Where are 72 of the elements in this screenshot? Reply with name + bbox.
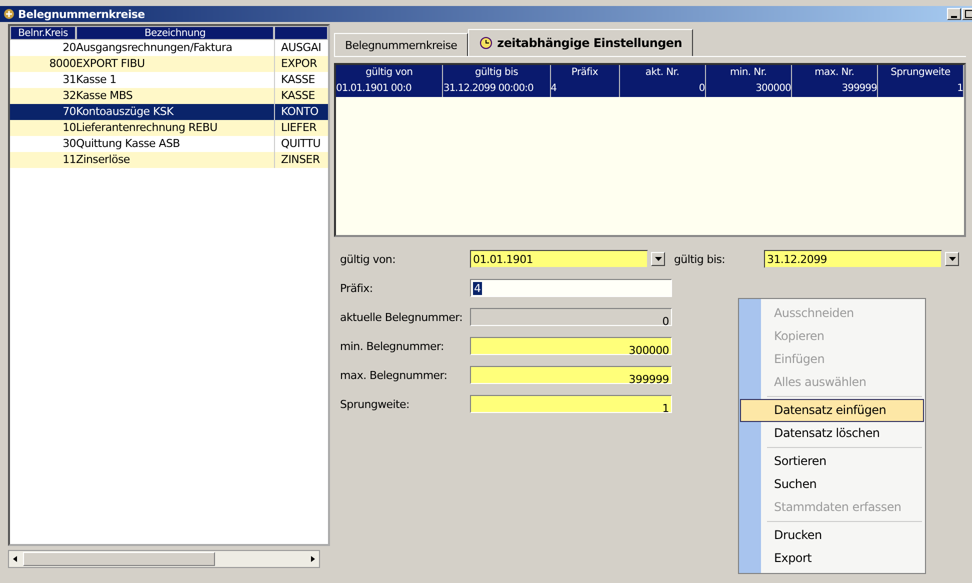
minimize-button[interactable] bbox=[947, 8, 961, 20]
menu-item[interactable]: Datensatz löschen bbox=[740, 422, 924, 445]
menu-item[interactable]: Export bbox=[740, 547, 924, 570]
number-cell-text: 8000 bbox=[48, 56, 76, 72]
maximize-button[interactable] bbox=[962, 8, 972, 20]
column-header[interactable]: max. Nr. bbox=[792, 65, 878, 81]
column-header[interactable]: Sprungweite bbox=[878, 65, 964, 81]
code-cell: EXPOR bbox=[274, 56, 328, 72]
field-label: aktuelle Belegnummer: bbox=[340, 310, 464, 324]
menu-item[interactable]: Sortieren bbox=[740, 450, 924, 473]
table-cell: 300000 bbox=[706, 81, 792, 97]
caret-icon bbox=[654, 257, 662, 261]
list-row[interactable]: 11Zinserlöse ZINSER bbox=[10, 152, 328, 168]
field-label: gültig von: bbox=[340, 252, 396, 266]
number-cell-text: 30 bbox=[62, 136, 76, 152]
input-field[interactable]: 4 bbox=[470, 279, 672, 297]
name-cell-text: Kasse MBS bbox=[76, 88, 134, 104]
list-row[interactable]: 8000EXPORT FIBU EXPOR bbox=[10, 56, 328, 72]
column-header[interactable] bbox=[274, 26, 328, 40]
column-header[interactable]: min. Nr. bbox=[706, 65, 792, 81]
column-header[interactable]: akt. Nr. bbox=[620, 65, 706, 81]
grid-row[interactable]: 01.01.1901 00:0 31.12.2099 00:00:0 4 0 300000 399999 1 bbox=[336, 81, 964, 97]
number-cell-text: 70 bbox=[62, 104, 76, 120]
menu-item[interactable]: Drucken bbox=[740, 524, 924, 547]
field-label: gültig bis: bbox=[674, 252, 726, 266]
number-cell-text: 20 bbox=[62, 40, 76, 56]
field-label: max. Belegnummer: bbox=[340, 368, 448, 382]
name-cell-text: Ausgangsrechnungen/Faktura bbox=[76, 40, 234, 56]
name-cell-text: Lieferantenrechnung REBU bbox=[76, 120, 218, 136]
horizontal-scrollbar[interactable] bbox=[8, 550, 320, 568]
number-cell-text: 11 bbox=[62, 152, 76, 168]
name-cell-text: Kontoauszüge KSK bbox=[76, 104, 175, 120]
table-cell: 1 bbox=[878, 81, 964, 97]
field-label: min. Belegnummer: bbox=[340, 340, 445, 352]
column-header[interactable]: Bezeichnung bbox=[76, 26, 274, 40]
name-cell-text: EXPORT FIBU bbox=[76, 56, 146, 72]
caret-icon bbox=[948, 257, 956, 261]
code-cell: LIEFER bbox=[274, 120, 328, 136]
input-field[interactable]: 399999 bbox=[470, 366, 672, 384]
clock-icon bbox=[479, 36, 494, 50]
number-cell-text: 10 bbox=[62, 120, 76, 136]
name-cell-text: Quittung Kasse ASB bbox=[76, 136, 181, 152]
column-header[interactable]: gültig von bbox=[336, 65, 444, 81]
field-label: Sprungweite: bbox=[340, 398, 410, 410]
table-cell: 399999 bbox=[792, 81, 878, 97]
table-cell: 31.12.2099 00:00:0 bbox=[443, 81, 551, 97]
number-cell-text: 32 bbox=[62, 88, 76, 104]
dropdown-button[interactable] bbox=[651, 252, 665, 266]
tab[interactable]: Belegnummernkreise bbox=[334, 33, 468, 56]
field-label: Präfix: bbox=[340, 282, 374, 294]
app-icon bbox=[3, 8, 15, 20]
number-cell-text: 31 bbox=[62, 72, 76, 88]
code-cell: ZINSER bbox=[274, 152, 328, 168]
menu-item[interactable]: Suchen bbox=[740, 473, 924, 496]
tab[interactable]: zeitabhängige Einstellungen bbox=[468, 29, 693, 56]
column-header[interactable]: Präfix bbox=[550, 65, 620, 81]
list-row[interactable]: 32Kasse MBS KASSE bbox=[10, 88, 328, 104]
list-row[interactable]: 70Kontoauszüge KSK KONTO bbox=[10, 104, 328, 120]
menu-item[interactable]: Datensatz einfügen bbox=[740, 399, 924, 422]
table-cell: 4 bbox=[550, 81, 620, 97]
input-field[interactable]: 1 bbox=[470, 395, 672, 413]
name-cell-text: Zinserlöse bbox=[76, 152, 131, 168]
table-cell: 0 bbox=[620, 81, 706, 97]
dropdown-button[interactable] bbox=[945, 252, 959, 266]
window-title: Belegnummernkreise bbox=[18, 8, 145, 20]
column-header[interactable]: gültig bis bbox=[443, 65, 551, 81]
column-header[interactable]: Belnr.Kreis bbox=[10, 26, 76, 40]
list-row[interactable]: 10Lieferantenrechnung REBU LIEFER bbox=[10, 120, 328, 136]
name-cell-text: Kasse 1 bbox=[76, 72, 118, 88]
input-field[interactable]: 300000 bbox=[470, 337, 672, 355]
table-cell: 01.01.1901 00:0 bbox=[336, 81, 444, 97]
maximize-icon bbox=[965, 10, 972, 18]
